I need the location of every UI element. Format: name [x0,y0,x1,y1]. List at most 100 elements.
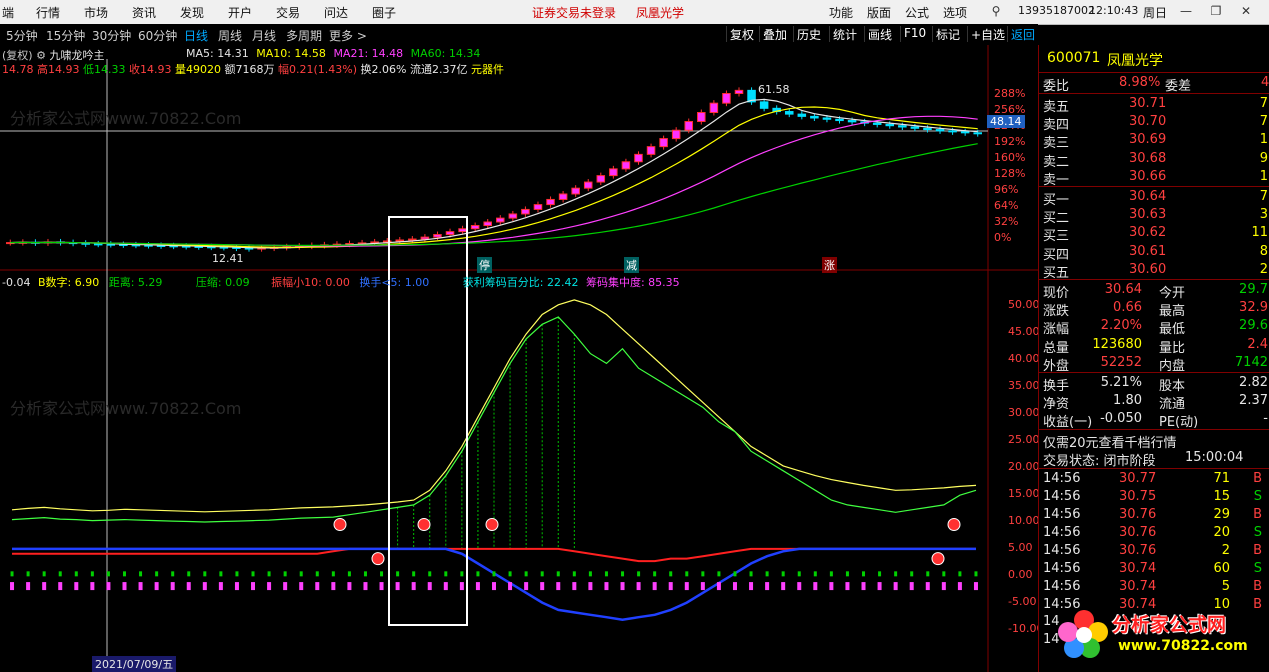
candle [621,161,631,170]
search-icon[interactable]: ⚲ [986,3,1006,20]
stat-label: 内盘 [1159,358,1186,374]
stat-label: PE(动) [1159,415,1199,431]
signal-dot-green [267,571,271,577]
tool-mark[interactable]: 标记 [932,26,963,42]
candle [722,93,731,104]
tool-back[interactable]: 返回 [1007,26,1038,42]
candle [973,132,982,135]
chart-canvas[interactable] [0,45,1038,672]
signal-dot-green [894,571,898,577]
kline-y-axis: 288% 256% 224% 192% 160% 128% 96% 64% 32… [994,86,1025,246]
menu-item-wenda[interactable]: 问达 [324,4,348,21]
menu-item-terminal[interactable]: 端 [2,4,14,21]
period-30min[interactable]: 30分钟 [92,27,131,44]
signal-bar-magenta [395,582,400,591]
signal-dot-green [122,571,126,577]
stat-value: 0.66 [1113,300,1142,316]
weekday: 周日 [1143,6,1168,20]
period-daily[interactable]: 日线 [184,27,208,44]
chart-area[interactable]: (复权) ⚙ 九啸龙吟主 MA5: 14.31 MA10: 14.58 MA21… [0,45,1043,672]
bid-row: 买四 30.61 8 [1039,243,1269,263]
tick-side: S [1253,489,1262,504]
stat-label: 现价 [1043,286,1070,301]
trade-status-time: 15:00:04 [1185,450,1244,465]
sub-amplitude: 振幅小10: 0.00 [271,276,350,289]
tool-f10[interactable]: F10 [900,26,929,42]
tool-history[interactable]: 历史 [793,26,824,42]
signal-dot-green [42,571,46,577]
account-id: 13935187002 [1018,4,1095,17]
menu-item-quotes[interactable]: 行情 [36,4,60,21]
tool-draw-line[interactable]: 画线 [864,26,895,42]
close-icon[interactable]: ✕ [1236,3,1256,20]
signal-bar-magenta [122,582,127,591]
tool-statistics[interactable]: 统计 [829,26,860,42]
menu-item-function[interactable]: 功能 [829,4,853,21]
watermark: 分析家公式网www.70822.Com [10,399,242,418]
bid-price: 30.62 [1129,225,1167,241]
menu-item-layout[interactable]: 版面 [867,4,891,21]
restore-icon[interactable]: ❐ [1206,3,1226,20]
stat-value: 123680 [1092,336,1142,352]
crosshair-date-tag: 2021/07/09/五 [92,656,177,672]
tick-volume: 71 [1213,471,1230,486]
signal-dot-green [155,571,159,577]
candle [759,101,769,109]
signal-bar-magenta [443,582,448,591]
candle [797,113,807,117]
quote-high: 高14.93 [37,63,80,76]
menu-item-trade[interactable]: 交易 [276,4,300,21]
tool-add-favorite[interactable]: +自选 [967,26,1008,42]
menu-item-open-account[interactable]: 开户 [228,4,252,21]
signal-dot-green [942,571,946,577]
signal-bar-magenta [845,582,850,591]
signal-bar-magenta [556,582,561,591]
tool-fuquan[interactable]: 复权 [726,26,757,42]
candle [558,193,568,200]
candle [709,102,719,114]
candle [458,228,467,233]
signal-dot-green [958,571,962,577]
signal-dot-green [235,571,239,577]
signal-ball-icon [485,517,499,531]
menu-item-market[interactable]: 市场 [84,4,108,21]
period-15min[interactable]: 15分钟 [46,27,85,44]
ask-volume: 9 [1259,150,1268,166]
tool-overlay[interactable]: 叠加 [759,26,790,42]
tick-volume: 20 [1213,525,1230,540]
signal-bar-magenta [283,582,288,591]
signal-dot-green [315,571,319,577]
login-notice[interactable]: 证券交易未登录 [532,4,616,21]
promo-row[interactable]: 仅需20元查看千档行情 [1039,431,1269,451]
period-5min[interactable]: 5分钟 [6,27,38,44]
period-more[interactable]: 更多 > [329,27,367,44]
menu-item-options[interactable]: 选项 [943,4,967,21]
candle [571,187,580,195]
tick-volume: 2 [1221,543,1230,558]
menu-item-news[interactable]: 资讯 [132,4,156,21]
minimize-icon[interactable]: — [1176,3,1196,20]
menu-item-formula[interactable]: 公式 [905,4,929,21]
stat-value: 2.4 [1247,336,1268,352]
signal-bar-magenta [459,582,464,591]
signal-dot-green [813,571,817,577]
signal-dot-green [74,571,78,577]
signal-bar-magenta [10,582,15,591]
tick-price: 30.74 [1119,561,1157,576]
signal-bar-magenta [749,582,754,591]
signal-bar-magenta [765,582,770,591]
signal-bar-magenta [941,582,946,591]
ask-price: 30.68 [1129,150,1167,166]
period-monthly[interactable]: 月线 [252,27,276,44]
signal-dot-green [653,571,657,577]
signal-bar-magenta [652,582,657,591]
menu-item-circle[interactable]: 圈子 [372,4,396,21]
period-multi[interactable]: 多周期 [286,27,322,44]
menu-item-discover[interactable]: 发现 [180,4,204,21]
bid-price: 30.63 [1129,207,1167,223]
period-60min[interactable]: 60分钟 [138,27,177,44]
quote-sector[interactable]: 元器件 [471,63,504,76]
signal-dot-green [444,571,448,577]
period-weekly[interactable]: 周线 [218,27,242,44]
signal-bar-magenta [716,582,721,591]
